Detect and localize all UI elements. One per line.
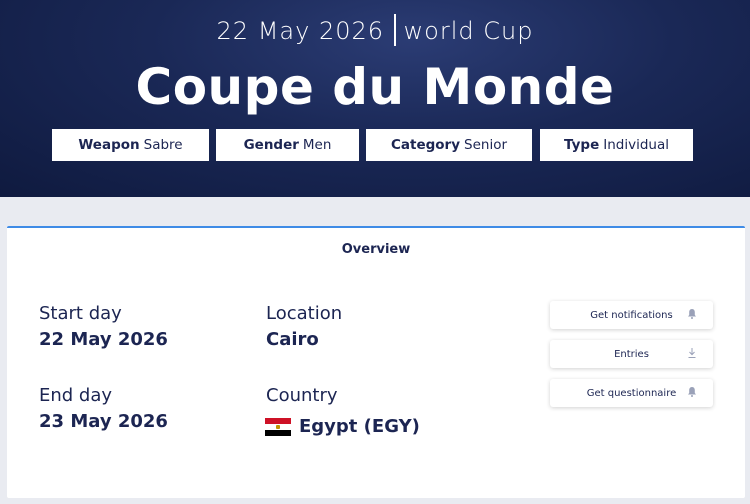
chip-category-value: Senior bbox=[464, 137, 508, 153]
chip-gender-key: Gender bbox=[243, 137, 299, 153]
chip-weapon: Weapon Sabre bbox=[52, 129, 209, 161]
entries-label: Entries bbox=[614, 348, 649, 360]
egypt-flag-icon bbox=[265, 418, 291, 436]
tab-overview[interactable]: Overview bbox=[7, 242, 745, 257]
end-day-label: End day bbox=[39, 385, 113, 406]
start-day-value: 22 May 2026 bbox=[39, 329, 168, 350]
chip-type: Type Individual bbox=[540, 129, 693, 161]
date-separator bbox=[394, 14, 396, 46]
location-label: Location bbox=[266, 303, 343, 324]
chip-category: Category Senior bbox=[366, 129, 532, 161]
hero-banner: 22 May 2026 world Cup Coupe du Monde Weap… bbox=[0, 0, 750, 197]
chip-category-key: Category bbox=[390, 137, 461, 153]
end-day-value: 23 May 2026 bbox=[39, 411, 168, 432]
chip-weapon-key: Weapon bbox=[78, 137, 140, 153]
country-value: Egypt (EGY) bbox=[299, 416, 420, 437]
competition-type: world Cup bbox=[403, 17, 534, 45]
download-icon bbox=[688, 348, 696, 358]
overview-card: Overview Start day 22 May 2026 End day 2… bbox=[7, 226, 745, 498]
get-notifications-button[interactable]: Get notifications bbox=[550, 301, 713, 329]
chip-type-key: Type bbox=[564, 137, 600, 153]
chip-type-value: Individual bbox=[603, 137, 669, 153]
get-notifications-label: Get notifications bbox=[590, 309, 673, 321]
bell-icon bbox=[688, 309, 696, 319]
entries-button[interactable]: Entries bbox=[550, 340, 713, 368]
chip-weapon-value: Sabre bbox=[143, 137, 183, 153]
location-value: Cairo bbox=[266, 329, 319, 350]
chip-gender: Gender Men bbox=[216, 129, 359, 161]
get-questionnaire-label: Get questionnaire bbox=[586, 387, 677, 399]
country-label: Country bbox=[266, 385, 338, 406]
start-day-label: Start day bbox=[39, 303, 122, 324]
competition-date: 22 May 2026 bbox=[216, 17, 385, 45]
get-questionnaire-button[interactable]: Get questionnaire bbox=[550, 379, 713, 407]
chip-gender-value: Men bbox=[302, 137, 332, 153]
page-title: Coupe du Monde bbox=[135, 58, 615, 116]
bell-icon bbox=[688, 387, 696, 397]
hero-date-line: 22 May 2026 world Cup bbox=[0, 14, 750, 46]
